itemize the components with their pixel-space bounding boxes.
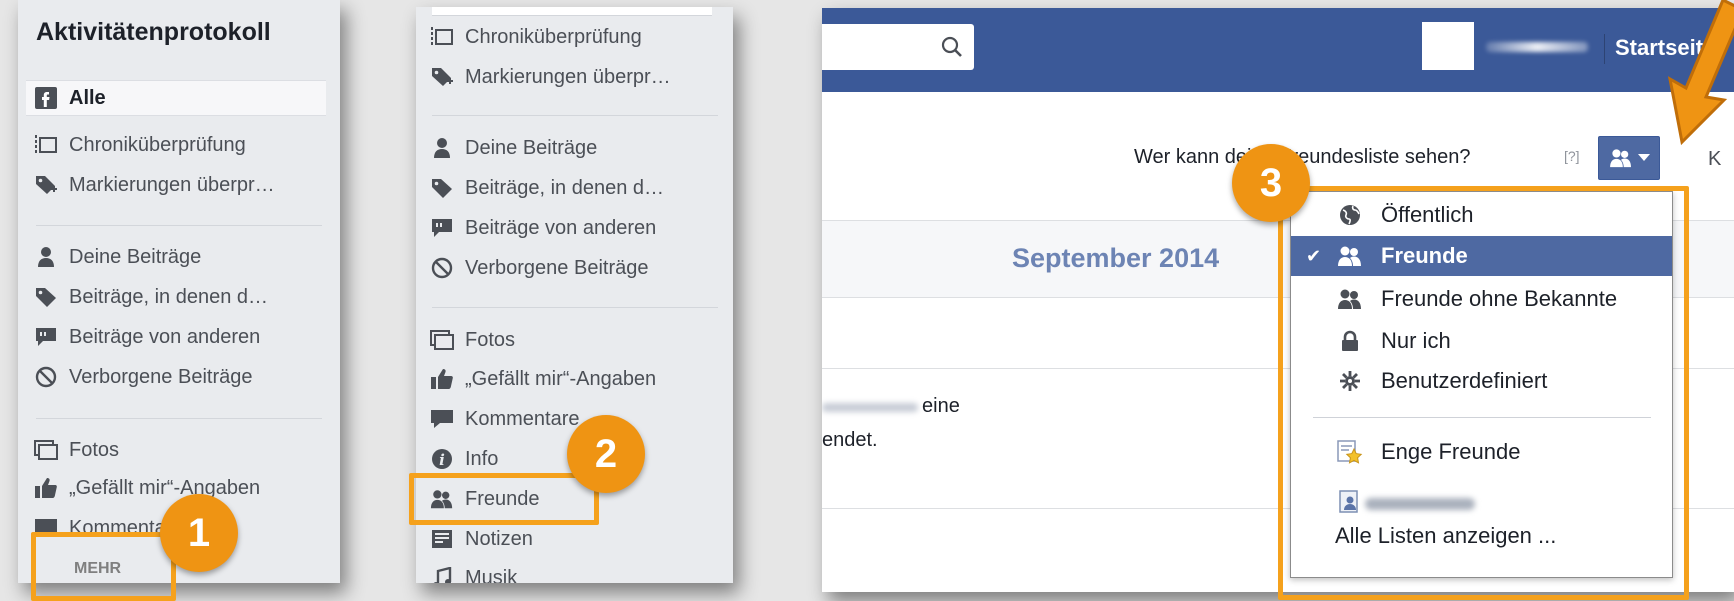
sidebar-item-tag-review[interactable]: Markierungen überpr…	[34, 168, 275, 202]
sidebar-item-label: Deine Beiträge	[69, 245, 202, 268]
sidebar-item-tag-review[interactable]: Markierungen überpr…	[430, 60, 671, 94]
tag-icon	[430, 66, 454, 88]
selected-item-edge	[432, 7, 712, 16]
page-title: Aktivitätenprotokoll	[36, 18, 271, 46]
photos-icon	[430, 329, 454, 351]
photos-icon	[34, 439, 58, 461]
sidebar-item-notes[interactable]: Notizen	[430, 522, 533, 556]
sidebar-item-label: Alle	[69, 86, 106, 109]
person-icon	[34, 246, 58, 268]
sidebar-item-info[interactable]: i Info	[430, 442, 498, 476]
blurred-user-name[interactable]	[1486, 42, 1588, 52]
highlight-box-more	[31, 532, 176, 601]
tag-icon	[34, 174, 58, 196]
chevron-down-icon	[1638, 154, 1650, 161]
step-badge-1: 1	[160, 494, 238, 572]
sidebar-item-label: Fotos	[465, 328, 516, 351]
search-icon[interactable]	[940, 35, 964, 64]
search-input[interactable]	[822, 24, 974, 70]
sidebar-item-label: Chroniküberprüfung	[465, 25, 642, 48]
sidebar-item-label: Verborgene Beiträge	[465, 256, 649, 279]
sidebar-item-label: Markierungen überpr…	[465, 65, 671, 88]
comment-icon	[430, 408, 454, 430]
facebook-icon	[34, 87, 58, 109]
sidebar-item-label: „Gefällt mir“-Angaben	[465, 367, 657, 390]
divider	[36, 418, 322, 419]
clipped-edge-text: K	[1708, 148, 1722, 170]
activity-text: eine	[922, 395, 960, 417]
friends-icon	[1610, 149, 1631, 168]
divider	[36, 225, 322, 226]
sidebar-item-comments[interactable]: Kommentare	[430, 402, 580, 436]
highlight-box-friends	[409, 473, 599, 525]
divider	[432, 115, 718, 116]
sidebar-item-label: Beiträge, in denen d…	[465, 176, 665, 199]
notes-icon	[430, 528, 454, 550]
sidebar-item-label: Beiträge von anderen	[465, 216, 657, 239]
avatar[interactable]	[1422, 22, 1474, 70]
sidebar-item-label: Verborgene Beiträge	[69, 365, 253, 388]
sidebar-item-label: Deine Beiträge	[465, 136, 598, 159]
sidebar-item-label: Beiträge von anderen	[69, 325, 261, 348]
sidebar-item-likes[interactable]: „Gefällt mir“-Angaben	[34, 471, 260, 505]
sidebar-item-posts-by-others[interactable]: Beiträge von anderen	[34, 320, 260, 354]
comment-icon	[430, 217, 454, 239]
sidebar-item-label: Markierungen überpr…	[69, 173, 275, 196]
sidebar-item-photos[interactable]: Fotos	[430, 323, 515, 357]
pointer-arrow-icon	[1667, 0, 1734, 146]
like-icon	[430, 368, 454, 390]
tag-icon	[430, 177, 454, 199]
sidebar-item-tagged-posts[interactable]: Beiträge, in denen d…	[34, 280, 268, 314]
sidebar-item-label: Fotos	[69, 438, 120, 461]
blurred-text	[822, 403, 918, 412]
person-icon	[430, 137, 454, 159]
info-icon: i	[430, 448, 454, 470]
activity-text: endet.	[822, 429, 878, 451]
sidebar-item-photos[interactable]: Fotos	[34, 433, 119, 467]
sidebar-item-your-posts[interactable]: Deine Beiträge	[34, 240, 201, 274]
divider	[432, 307, 718, 308]
sidebar-item-label: Info	[465, 447, 499, 470]
sidebar-item-timeline-review[interactable]: Chroniküberprüfung	[34, 128, 246, 162]
sidebar-item-label: Chroniküberprüfung	[69, 133, 246, 156]
sidebar-item-posts-by-others[interactable]: Beiträge von anderen	[430, 211, 656, 245]
sidebar-item-label: Beiträge, in denen d…	[69, 285, 269, 308]
comment-icon	[34, 326, 58, 348]
sidebar-item-label: Notizen	[465, 527, 533, 550]
music-icon	[430, 567, 454, 583]
timeline-icon	[430, 26, 454, 48]
sidebar-item-label: „Gefällt mir“-Angaben	[69, 476, 261, 499]
sidebar-item-timeline-review[interactable]: Chroniküberprüfung	[430, 20, 642, 54]
hidden-icon	[430, 257, 454, 279]
hidden-icon	[34, 366, 58, 388]
like-icon	[34, 477, 58, 499]
sidebar-item-label: Kommentare	[465, 407, 580, 430]
sidebar-item-your-posts[interactable]: Deine Beiträge	[430, 131, 597, 165]
sidebar-item-label: Musik	[465, 566, 518, 584]
step-badge-3: 3	[1232, 144, 1310, 222]
sidebar-item-hidden-posts[interactable]: Verborgene Beiträge	[34, 360, 252, 394]
step-badge-2: 2	[567, 415, 645, 493]
activity-log-sidebar-panel-1: Aktivitätenprotokoll Alle Chroniküberprü…	[18, 0, 340, 583]
month-header: September 2014	[1012, 243, 1220, 273]
svg-text:i: i	[439, 451, 445, 469]
sidebar-item-likes[interactable]: „Gefällt mir“-Angaben	[430, 362, 656, 396]
highlight-box-audience-menu	[1278, 186, 1689, 600]
sidebar-item-hidden-posts[interactable]: Verborgene Beiträge	[430, 251, 648, 285]
sidebar-item-music[interactable]: Musik	[430, 561, 517, 583]
tag-icon	[34, 286, 58, 308]
sidebar-item-all[interactable]: Alle	[26, 80, 326, 116]
timeline-icon	[34, 134, 58, 156]
sidebar-item-tagged-posts[interactable]: Beiträge, in denen d…	[430, 171, 664, 205]
help-link[interactable]: [?]	[1564, 148, 1580, 164]
divider	[1604, 34, 1605, 64]
